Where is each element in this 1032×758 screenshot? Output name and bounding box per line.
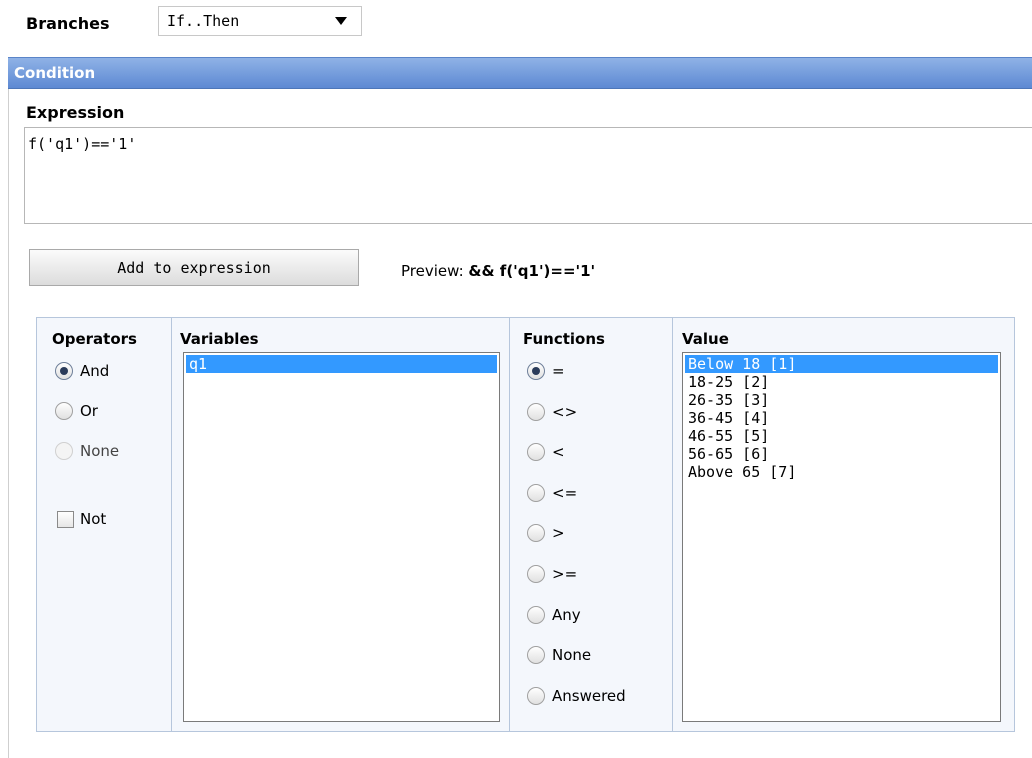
value-heading: Value (682, 330, 729, 348)
column-divider (672, 318, 673, 731)
chevron-down-icon[interactable] (335, 17, 347, 25)
function-option[interactable]: None (527, 646, 592, 665)
function-option-label: < (552, 443, 565, 462)
functions-heading: Functions (523, 330, 605, 348)
radio-button[interactable] (527, 646, 545, 665)
radio-button[interactable] (527, 483, 545, 502)
not-checkbox[interactable] (57, 510, 74, 528)
radio-button[interactable] (55, 402, 73, 420)
column-divider (171, 318, 172, 731)
preview-value: && f('q1')=='1' (468, 262, 596, 280)
value-list-item[interactable]: 36-45 [4] (685, 409, 998, 427)
variables-heading: Variables (180, 330, 259, 348)
value-list-item[interactable]: 18-25 [2] (685, 373, 998, 391)
function-option[interactable]: Answered (527, 686, 626, 705)
not-checkbox-row[interactable]: Not (57, 510, 106, 528)
function-option[interactable]: Any (527, 605, 581, 624)
value-list-item[interactable]: 56-65 [6] (685, 445, 998, 463)
column-divider (509, 318, 510, 731)
value-list-item[interactable]: 46-55 [5] (685, 427, 998, 445)
section-border (8, 89, 9, 758)
expression-builder-panel: Operators Not Variables q1 Functions Val… (36, 317, 1015, 732)
operator-option-or[interactable]: Or (55, 402, 98, 420)
radio-button[interactable] (527, 362, 545, 380)
function-option-label: Any (552, 605, 581, 624)
variables-listbox[interactable]: q1 (183, 352, 500, 722)
value-list-item[interactable]: 26-35 [3] (685, 391, 998, 409)
radio-button[interactable] (527, 402, 545, 421)
function-option-label: = (552, 362, 565, 380)
expression-textarea[interactable]: f('q1')=='1' (24, 127, 1032, 224)
radio-button[interactable] (527, 686, 545, 705)
function-option[interactable]: < (527, 443, 565, 462)
not-label: Not (80, 510, 107, 528)
operator-option-label: And (80, 362, 110, 380)
function-option-label: None (552, 646, 592, 665)
radio-button[interactable] (527, 565, 545, 583)
function-option-label: Answered (552, 686, 626, 705)
branches-select[interactable]: If..Then (158, 6, 362, 36)
preview-label: Preview: (401, 262, 464, 280)
function-option-label: <= (552, 483, 578, 502)
operator-option-label: Or (80, 402, 98, 420)
branches-label: Branches (26, 14, 110, 33)
condition-header: Condition (8, 57, 1032, 89)
function-option-label: > (552, 524, 565, 543)
operator-option-and[interactable]: And (55, 362, 109, 380)
radio-button[interactable] (527, 605, 545, 624)
preview: Preview: && f('q1')=='1' (401, 262, 595, 280)
function-option-label: <> (552, 402, 578, 421)
radio-button[interactable] (55, 362, 73, 380)
value-list-item[interactable]: Above 65 [7] (685, 463, 998, 481)
radio-button[interactable] (527, 443, 545, 462)
add-to-expression-button[interactable]: Add to expression (29, 249, 359, 286)
branches-select-value: If..Then (167, 12, 240, 30)
radio-button[interactable] (527, 524, 545, 543)
value-listbox[interactable]: Below 18 [1] 18-25 [2] 26-35 [3] 36-45 [4] 4… (682, 352, 1001, 722)
radio-button (55, 442, 73, 460)
function-option[interactable]: <> (527, 402, 578, 421)
operator-option-label: None (80, 442, 120, 460)
function-option[interactable]: <= (527, 483, 578, 502)
function-option[interactable]: > (527, 524, 565, 543)
value-list-item[interactable]: Below 18 [1] (685, 355, 998, 373)
function-option-label: >= (552, 565, 578, 583)
operators-heading: Operators (52, 330, 137, 348)
operator-option-none: None (55, 442, 119, 460)
function-option[interactable]: = (527, 362, 565, 380)
function-option[interactable]: >= (527, 565, 577, 583)
variable-list-item[interactable]: q1 (186, 355, 497, 373)
expression-label: Expression (26, 103, 125, 122)
